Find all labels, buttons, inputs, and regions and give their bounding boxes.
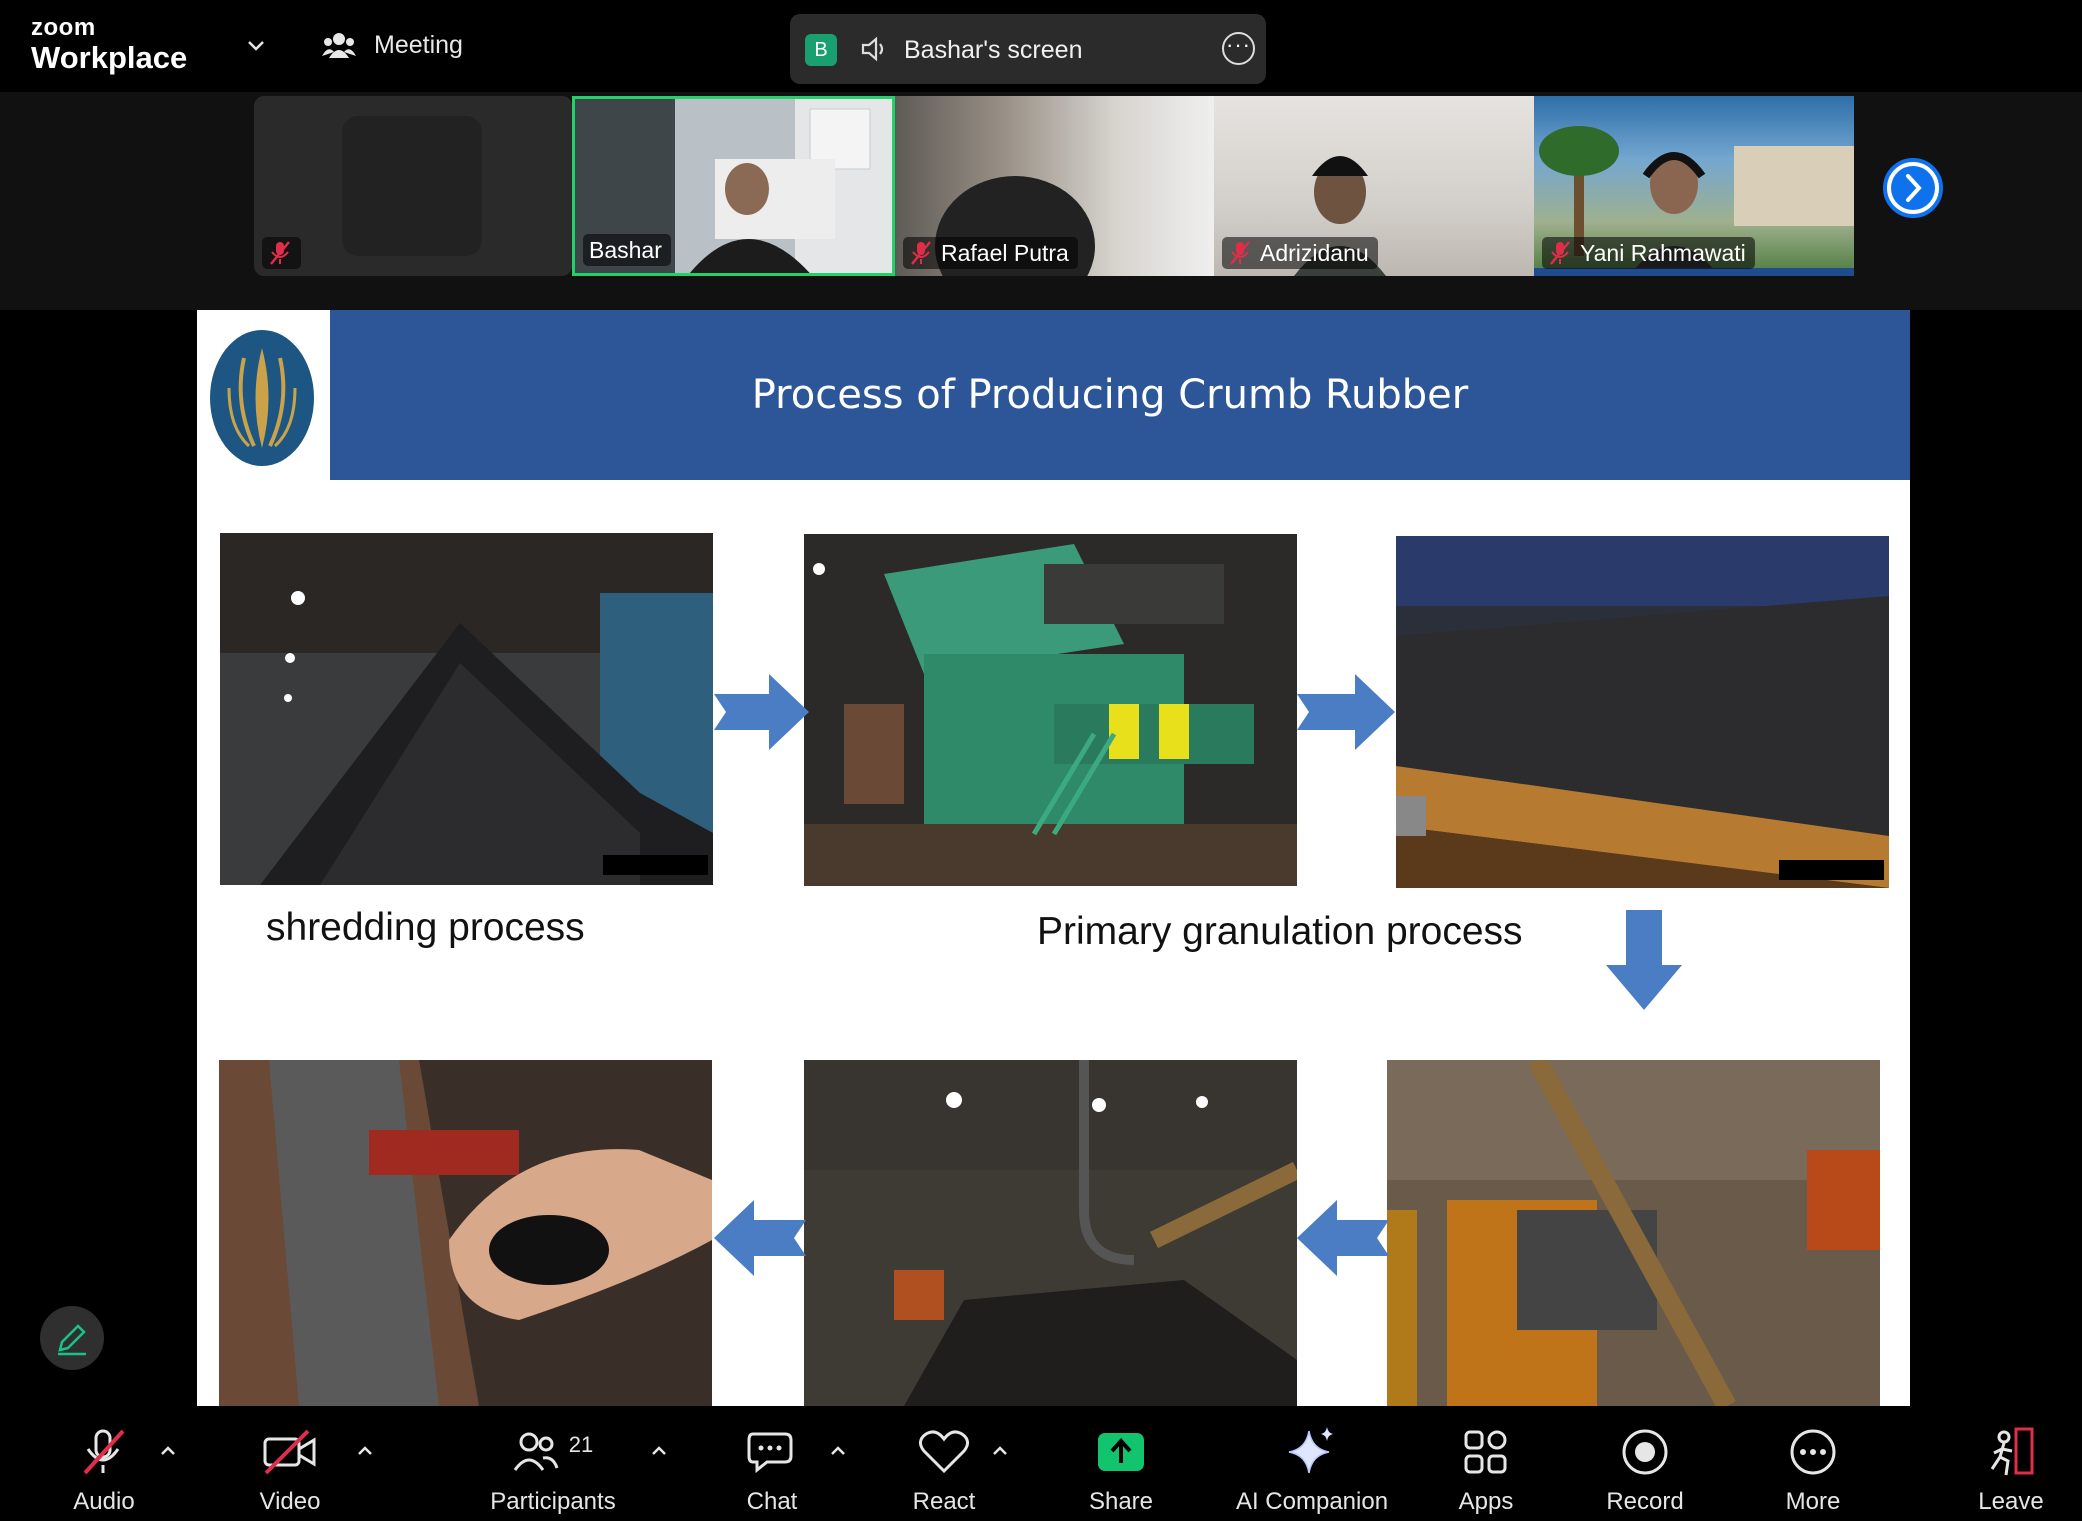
- audio-button[interactable]: Audio: [62, 1424, 146, 1516]
- participant-name-tag: Bashar: [583, 234, 671, 266]
- record-label: Record: [1606, 1488, 1684, 1515]
- participants-button[interactable]: 21 Participants: [485, 1424, 621, 1516]
- participant-tile-yani[interactable]: Yani Rahmawati: [1534, 96, 1854, 276]
- participant-name: Adrizidanu: [1260, 239, 1369, 266]
- slide-header: Process of Producing Crumb Rubber: [330, 310, 1910, 480]
- chevron-right-icon: [1906, 174, 1922, 202]
- chat-icon: [747, 1432, 793, 1474]
- record-icon: [1622, 1429, 1668, 1475]
- mic-muted-icon: [911, 241, 931, 265]
- photo-shredded-rubber-pile: [220, 533, 713, 885]
- top-bar: zoom Workplace Meeting B Bashar's screen…: [0, 0, 2082, 92]
- speaker-icon: [861, 36, 884, 62]
- university-logo: [210, 330, 314, 466]
- chevron-down-icon[interactable]: [246, 36, 266, 56]
- screen-share-pill[interactable]: B Bashar's screen ···: [790, 14, 1266, 84]
- photo-crumb-rubber-in-hand: [219, 1060, 712, 1406]
- mic-muted-icon: [83, 1429, 125, 1475]
- meeting-label: Meeting: [374, 30, 463, 59]
- participant-name: Yani Rahmawati: [1580, 239, 1746, 266]
- zoom-workplace-logo[interactable]: zoom Workplace: [31, 14, 188, 75]
- leave-button[interactable]: Leave: [1978, 1424, 2044, 1516]
- video-label: Video: [259, 1488, 321, 1515]
- participant-tile-rafael[interactable]: Rafael Putra: [895, 96, 1214, 276]
- participant-name-tag: Rafael Putra: [903, 237, 1078, 269]
- participant-name-tag: [262, 237, 301, 269]
- mic-muted-icon: [270, 241, 290, 265]
- share-screen-icon: [1098, 1433, 1144, 1471]
- more-dots-icon: [1790, 1429, 1836, 1475]
- meeting-info-button[interactable]: Meeting: [322, 30, 463, 60]
- flow-arrow-down: [1606, 910, 1682, 1010]
- people-icon: [322, 33, 356, 58]
- participants-icon: [513, 1432, 559, 1471]
- screen-share-label: Bashar's screen: [904, 36, 1083, 64]
- photo-granulated-rubber-conveyor: [1396, 536, 1889, 888]
- participant-name: Rafael Putra: [941, 239, 1069, 266]
- apps-icon: [1464, 1430, 1507, 1474]
- leave-label: Leave: [1978, 1488, 2044, 1515]
- record-button[interactable]: Record: [1606, 1424, 1684, 1516]
- annotate-button[interactable]: [40, 1306, 104, 1370]
- share-label: Share: [1088, 1488, 1154, 1515]
- meeting-toolbar: Audio Video 21 Participants Chat React S…: [0, 1406, 2082, 1521]
- sparkle-icon: [1288, 1427, 1333, 1474]
- ai-companion-button[interactable]: AI Companion: [1234, 1424, 1390, 1516]
- shared-screen-slide: Process of Producing Crumb Rubber shredd…: [197, 310, 1910, 1406]
- react-options-caret-icon[interactable]: [990, 1444, 1010, 1458]
- video-options-caret-icon[interactable]: [355, 1444, 375, 1458]
- flow-arrow-right-2: [1297, 674, 1395, 750]
- next-page-button[interactable]: [1883, 158, 1943, 218]
- flow-arrow-right-1: [714, 674, 809, 750]
- logo-workplace-text: Workplace: [31, 40, 188, 75]
- photo-secondary-granulation-equipment: [1387, 1060, 1880, 1406]
- apps-button[interactable]: Apps: [1458, 1424, 1514, 1516]
- ai-companion-label: AI Companion: [1235, 1488, 1389, 1515]
- more-options-icon[interactable]: ···: [1222, 32, 1255, 65]
- chat-button[interactable]: Chat: [740, 1424, 804, 1516]
- participant-name-tag: Adrizidanu: [1222, 237, 1378, 269]
- apps-label: Apps: [1458, 1488, 1514, 1515]
- participant-tile-bashar[interactable]: Bashar: [572, 96, 895, 276]
- sharer-avatar: B: [805, 34, 837, 66]
- more-button[interactable]: More: [1780, 1424, 1846, 1516]
- photo-granulation-plant: [804, 1060, 1297, 1406]
- participant-tile-0[interactable]: [254, 96, 572, 276]
- more-label: More: [1785, 1488, 1841, 1515]
- chat-options-caret-icon[interactable]: [828, 1444, 848, 1458]
- video-button[interactable]: Video: [250, 1424, 330, 1516]
- leave-icon: [1990, 1427, 2034, 1476]
- mic-muted-icon: [1230, 241, 1250, 265]
- heart-icon: [919, 1430, 969, 1474]
- chat-label: Chat: [746, 1488, 798, 1515]
- react-button[interactable]: React: [910, 1424, 978, 1516]
- participants-label: Participants: [490, 1488, 616, 1515]
- logo-zoom-text: zoom: [31, 14, 96, 41]
- slide-title: Process of Producing Crumb Rubber: [751, 372, 1469, 418]
- mic-muted-icon: [1550, 241, 1570, 265]
- caption-shredding-process: shredding process: [266, 906, 585, 949]
- participant-tile-adrizidanu[interactable]: Adrizidanu: [1214, 96, 1534, 276]
- pencil-icon: [58, 1324, 86, 1356]
- audio-label: Audio: [73, 1488, 135, 1515]
- participants-options-caret-icon[interactable]: [649, 1444, 669, 1458]
- photo-shredder-machine: [804, 534, 1297, 886]
- participant-name: Bashar: [589, 236, 662, 263]
- participants-count: 21: [568, 1432, 594, 1457]
- participant-name-tag: Yani Rahmawati: [1542, 237, 1755, 269]
- flow-arrow-left-1: [714, 1200, 806, 1276]
- react-label: React: [912, 1488, 976, 1515]
- share-button[interactable]: Share: [1086, 1424, 1156, 1516]
- flow-arrow-left-2: [1297, 1200, 1389, 1276]
- caption-primary-granulation: Primary granulation process: [1037, 910, 1523, 953]
- audio-options-caret-icon[interactable]: [158, 1444, 178, 1458]
- avatar-placeholder: [342, 116, 482, 256]
- video-off-icon: [263, 1429, 316, 1475]
